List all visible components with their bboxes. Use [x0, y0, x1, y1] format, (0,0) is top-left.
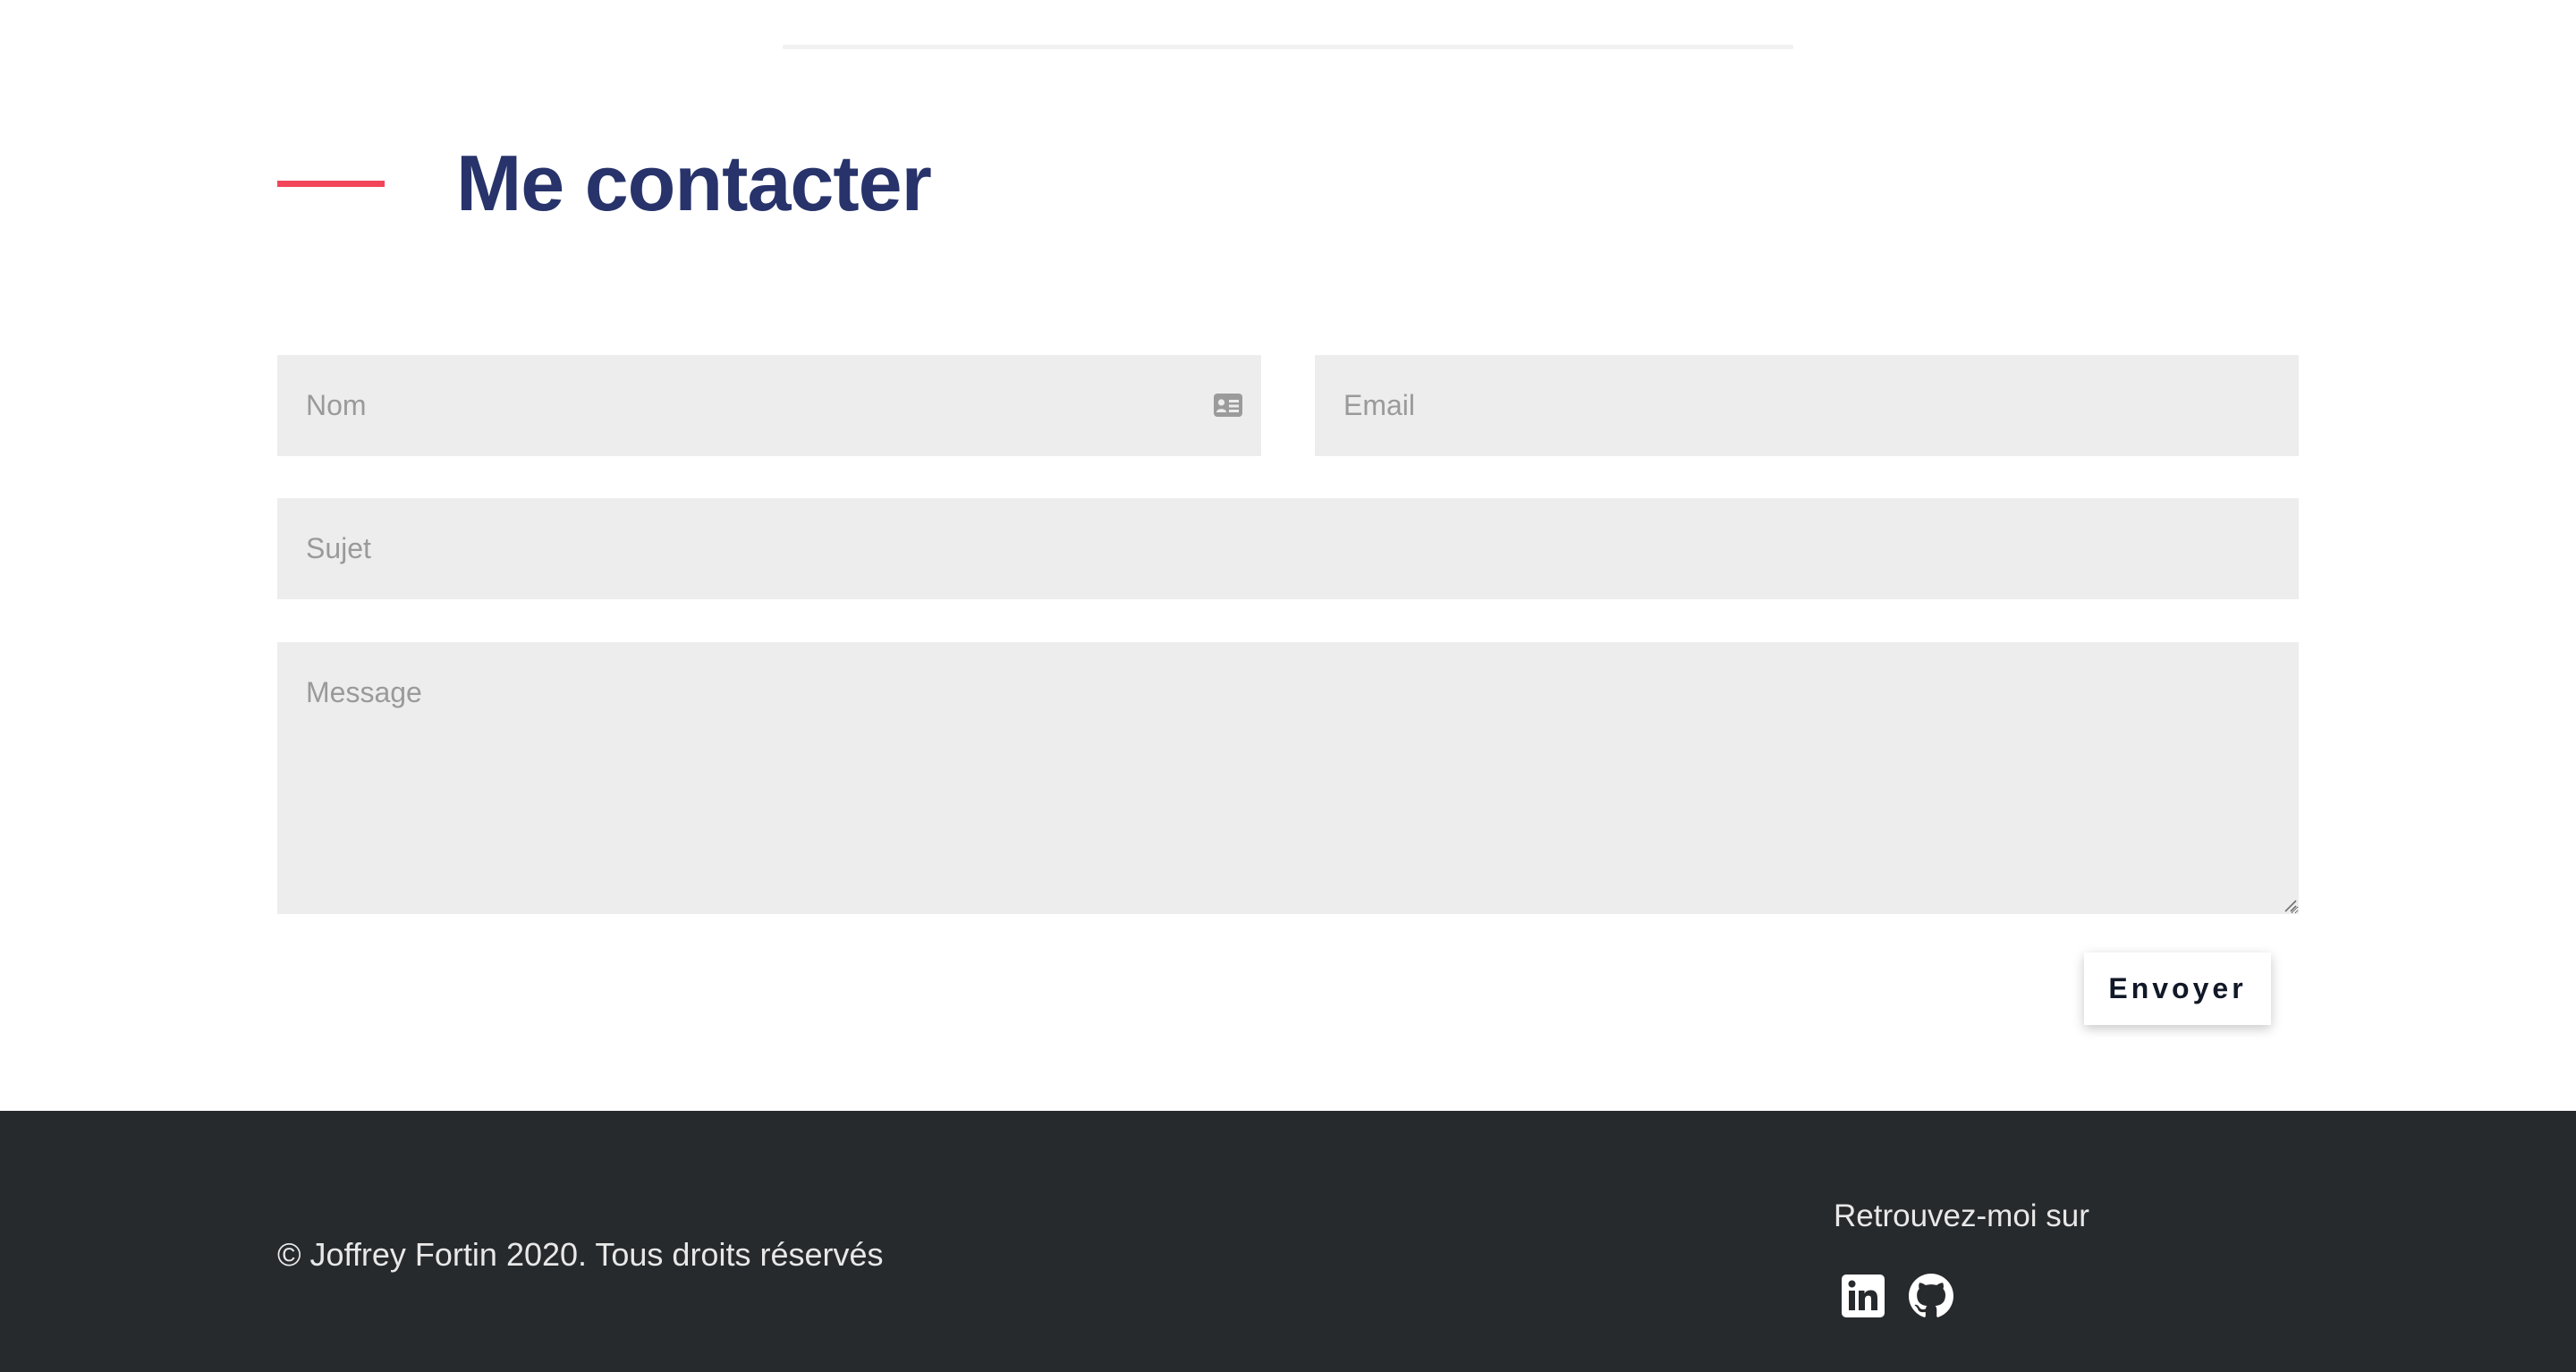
contact-page: Me contacter Envoyer © Joffrey Fortin 20… — [0, 0, 2576, 1372]
page-title: Me contacter — [456, 139, 932, 227]
send-button[interactable]: Envoyer — [2084, 953, 2271, 1025]
resize-grip-icon[interactable] — [2283, 898, 2297, 912]
heading-accent-line — [277, 180, 385, 187]
github-link[interactable] — [1909, 1274, 1953, 1318]
email-input[interactable] — [1315, 355, 2299, 456]
footer: © Joffrey Fortin 2020. Tous droits réser… — [0, 1111, 2576, 1372]
social-caption: Retrouvez-moi sur — [1834, 1198, 2089, 1233]
section-divider — [783, 45, 1793, 49]
copyright-text: © Joffrey Fortin 2020. Tous droits réser… — [277, 1236, 884, 1273]
name-input[interactable] — [277, 355, 1261, 456]
subject-input[interactable] — [277, 498, 2299, 599]
message-textarea[interactable] — [277, 642, 2299, 914]
contact-card-icon[interactable] — [1213, 392, 1243, 419]
linkedin-icon — [1842, 1275, 1885, 1317]
section-heading: Me contacter — [277, 134, 932, 233]
github-icon — [1909, 1274, 1953, 1317]
linkedin-link[interactable] — [1841, 1274, 1885, 1318]
